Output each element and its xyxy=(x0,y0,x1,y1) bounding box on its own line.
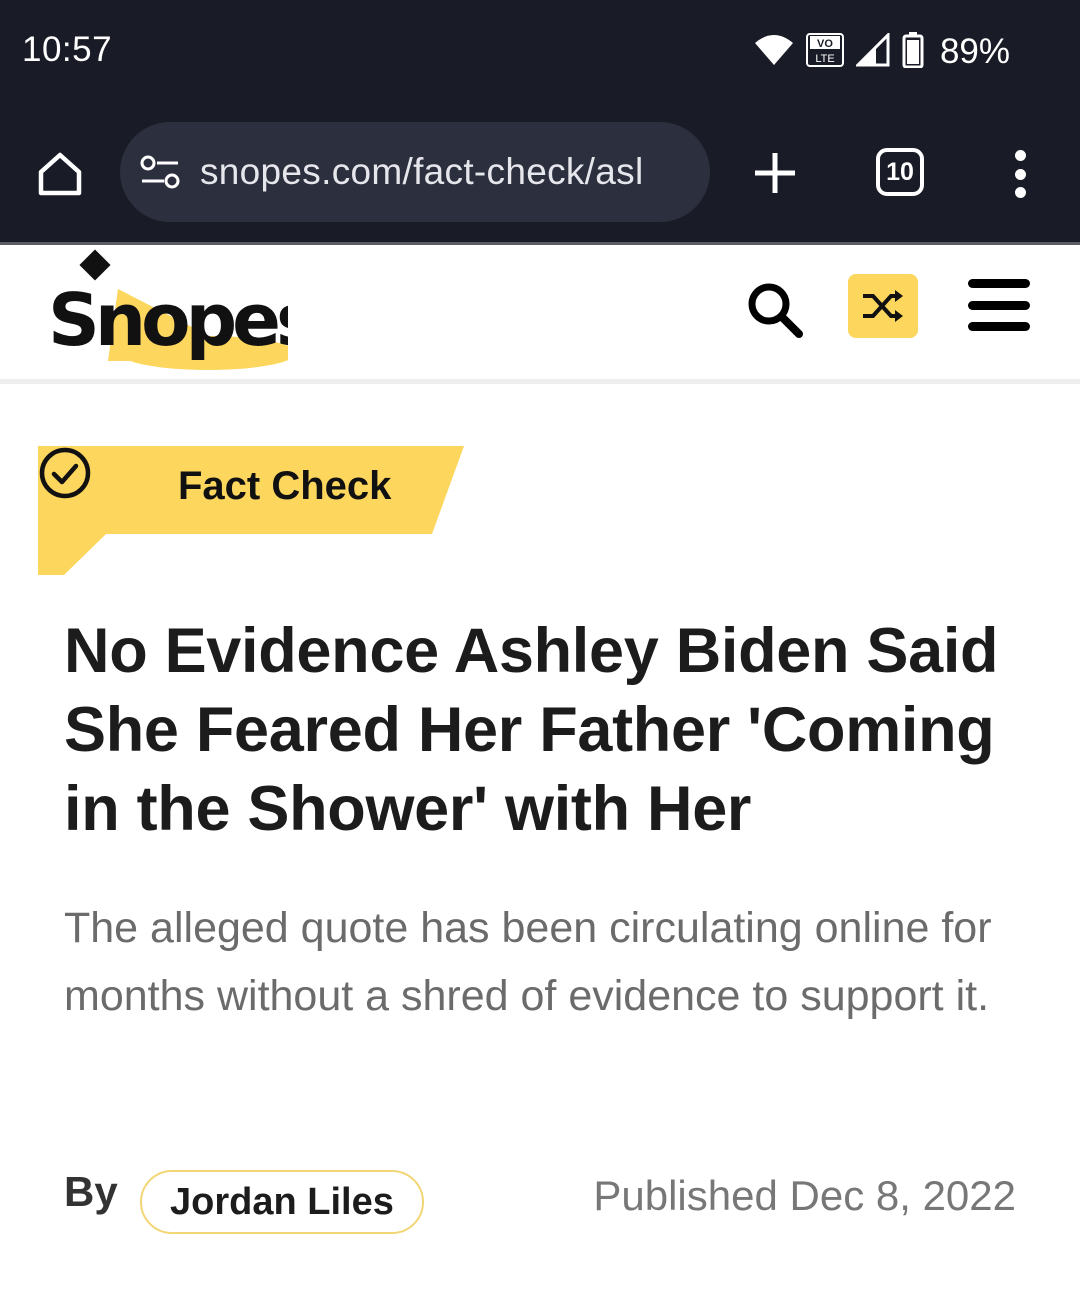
signal-icon xyxy=(854,30,890,72)
header-divider xyxy=(0,379,1080,384)
fact-check-ribbon[interactable]: Fact Check xyxy=(38,446,468,576)
snopes-logo[interactable]: Snopes xyxy=(48,249,321,374)
home-icon xyxy=(38,152,82,196)
shuffle-icon xyxy=(863,290,903,322)
battery-percent: 89% xyxy=(939,32,1010,71)
article-subhead: The alleged quote has been circulating o… xyxy=(64,904,992,1020)
published-date: Published Dec 8, 2022 xyxy=(593,1172,1016,1219)
volte-top-text: VO xyxy=(817,38,833,50)
overflow-menu-icon[interactable] xyxy=(1006,150,1034,198)
volte-icon: VO LTE xyxy=(805,32,844,72)
status-icons: VO LTE 89% xyxy=(754,30,1010,74)
site-settings-icon[interactable] xyxy=(138,149,184,195)
shuffle-button[interactable] xyxy=(848,274,918,338)
status-bar: 10:57 VO LTE 89% xyxy=(0,0,1080,104)
menu-dot xyxy=(1014,187,1026,198)
site-header: Snopes xyxy=(0,245,1080,380)
address-bar[interactable]: snopes.com/fact-check/asl xyxy=(120,122,710,222)
browser-toolbar: snopes.com/fact-check/asl 10 xyxy=(0,104,1080,242)
status-time: 10:57 xyxy=(22,30,113,69)
plus-icon[interactable] xyxy=(750,148,800,198)
menu-dot xyxy=(1014,150,1026,161)
hamburger-menu-icon[interactable] xyxy=(968,279,1030,331)
volte-bottom-text: LTE xyxy=(815,53,834,65)
battery-icon xyxy=(902,31,924,73)
fact-check-label: Fact Check xyxy=(178,464,392,508)
article-headline: No Evidence Ashley Biden Said She Feared… xyxy=(64,616,999,844)
hamburger-line xyxy=(968,322,1030,331)
tab-switcher-button[interactable]: 10 xyxy=(876,148,924,196)
byline-label: By xyxy=(64,1168,118,1215)
svg-text:Snopes: Snopes xyxy=(48,278,288,362)
menu-dot xyxy=(1014,168,1026,180)
wifi-icon xyxy=(754,33,794,72)
url-text[interactable]: snopes.com/fact-check/asl xyxy=(200,151,690,193)
hamburger-line xyxy=(968,279,1030,288)
hamburger-line xyxy=(968,300,1030,310)
search-icon[interactable] xyxy=(744,279,806,341)
check-circle-icon xyxy=(39,447,91,499)
author-link[interactable]: Jordan Liles xyxy=(140,1170,424,1234)
home-button[interactable] xyxy=(32,146,88,202)
tab-count: 10 xyxy=(886,157,914,186)
